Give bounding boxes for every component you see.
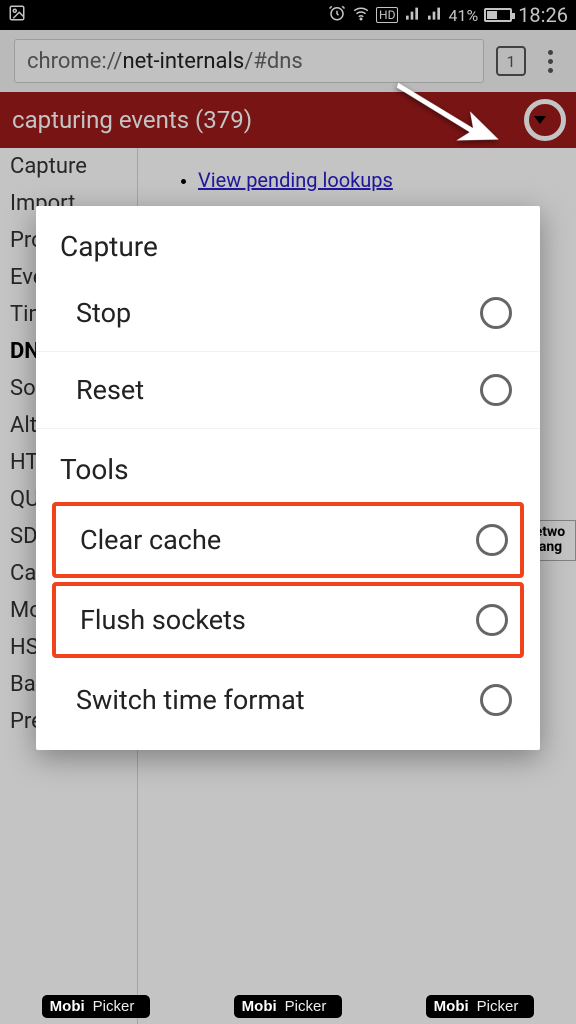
- popup-item[interactable]: Flush sockets: [52, 582, 524, 658]
- popup-section-title: Tools: [36, 429, 540, 498]
- radio-icon[interactable]: [480, 297, 512, 329]
- watermark: MobiPicker MobiPicker MobiPicker: [0, 995, 576, 1018]
- radio-icon[interactable]: [480, 374, 512, 406]
- popup-item[interactable]: Switch time format: [36, 662, 540, 738]
- popup-item[interactable]: Reset: [36, 352, 540, 429]
- popup-item-label: Clear cache: [80, 524, 221, 556]
- dropdown-popup: Capture Stop Reset Tools Clear cache Flush so…: [36, 206, 540, 750]
- popup-section-title: Capture: [36, 206, 540, 275]
- popup-item[interactable]: Clear cache: [52, 502, 524, 578]
- popup-item-label: Switch time format: [76, 684, 305, 716]
- popup-item-label: Stop: [76, 297, 131, 329]
- radio-icon[interactable]: [476, 524, 508, 556]
- radio-icon[interactable]: [476, 604, 508, 636]
- popup-item-label: Reset: [76, 374, 144, 406]
- popup-item[interactable]: Stop: [36, 275, 540, 352]
- radio-icon[interactable]: [480, 684, 512, 716]
- popup-item-label: Flush sockets: [80, 604, 246, 636]
